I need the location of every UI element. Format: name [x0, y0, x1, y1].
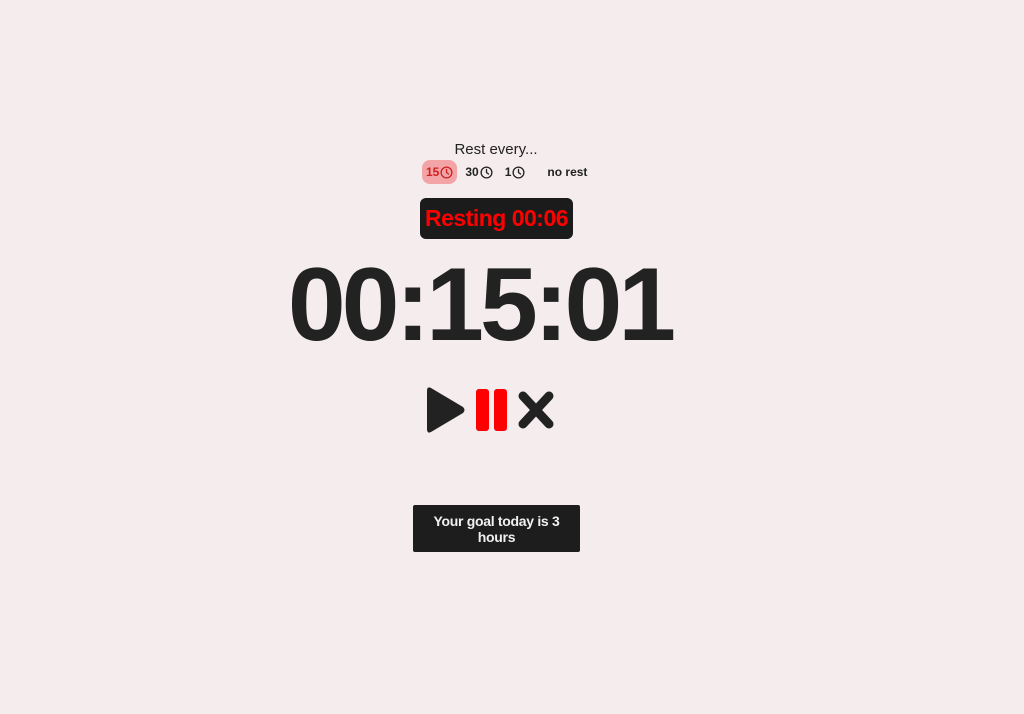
rest-option-label: 30	[465, 165, 479, 179]
goal-button[interactable]: Your goal today is 3 hours	[413, 505, 580, 552]
rest-option-15[interactable]: 15	[422, 160, 458, 184]
rest-option-label: 1	[504, 165, 512, 179]
rest-interval-options: 15 30 1 no rest	[422, 160, 595, 184]
main-timer: 00:15:01	[287, 247, 676, 363]
rest-option-no-rest[interactable]: no rest	[543, 160, 591, 184]
close-icon[interactable]	[512, 384, 560, 436]
rest-option-label: no rest	[547, 165, 588, 179]
clock-icon	[512, 165, 525, 179]
rest-option-label: 15	[426, 165, 440, 179]
rest-option-30[interactable]: 30	[461, 160, 496, 184]
rest-option-1[interactable]: 1	[501, 160, 530, 184]
timer-controls	[424, 384, 560, 436]
pause-icon[interactable]	[468, 384, 512, 436]
play-icon[interactable]	[424, 384, 468, 436]
rest-every-label: Rest every...	[454, 141, 538, 158]
resting-countdown-badge: Resting 00:06	[420, 198, 573, 239]
timer-page: Rest every... 15 30 1 no rest Resting 00…	[0, 0, 1024, 714]
clock-icon	[480, 165, 493, 179]
clock-icon	[440, 165, 453, 179]
